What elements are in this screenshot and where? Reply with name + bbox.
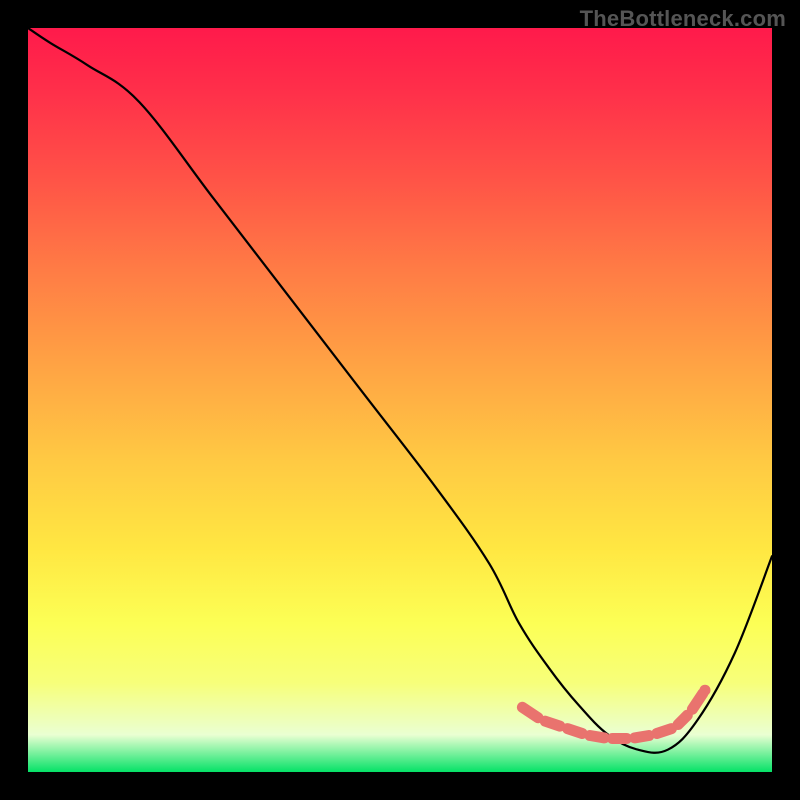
bottleneck-range-segment — [692, 694, 702, 710]
bottleneck-range-segment — [657, 729, 672, 734]
bottleneck-range-segment — [590, 736, 605, 738]
chart-container: TheBottleneck.com — [0, 0, 800, 800]
bottleneck-range-segment — [522, 707, 538, 717]
bottleneck-range-segment — [545, 721, 560, 726]
plot-area — [28, 28, 772, 772]
bottleneck-range-segment — [635, 736, 649, 738]
bottleneck-range-segment — [568, 729, 583, 734]
bottleneck-range-markers — [522, 690, 705, 738]
bottleneck-curve — [28, 28, 772, 753]
bottleneck-range-segment — [678, 715, 687, 724]
chart-svg — [28, 28, 772, 772]
